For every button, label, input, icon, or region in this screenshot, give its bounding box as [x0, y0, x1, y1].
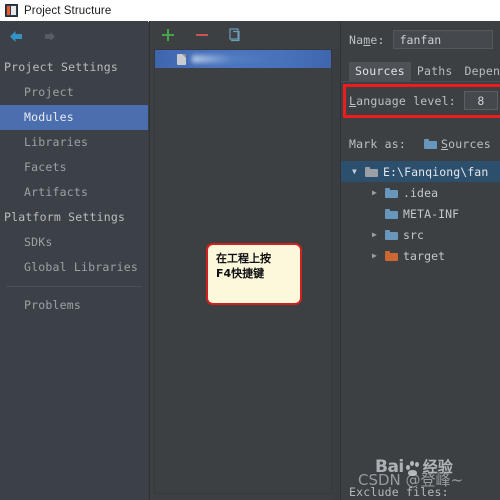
- folder-blue-icon: [385, 208, 398, 219]
- title-bar: Project Structure: [0, 0, 500, 22]
- mark-as-label: Mark as:: [349, 137, 406, 151]
- language-level-label: Language level:: [349, 93, 456, 108]
- name-input[interactable]: fanfan: [392, 30, 493, 49]
- forward-arrow-icon: [41, 29, 58, 44]
- chevron-right-icon[interactable]: ▶: [369, 188, 380, 197]
- tree-row-label: META-INF: [403, 206, 460, 221]
- minus-icon[interactable]: [194, 27, 210, 43]
- folder-blue-icon: [385, 229, 398, 240]
- module-file-icon: [177, 53, 186, 65]
- modules-toolbar: [150, 21, 340, 49]
- sidebar-item-facets[interactable]: Facets: [0, 155, 148, 180]
- plus-icon[interactable]: [160, 27, 176, 43]
- chevron-down-icon[interactable]: ▼: [349, 167, 360, 176]
- language-level-row: Language level: 8: [349, 91, 498, 110]
- sidebar-item-libraries[interactable]: Libraries: [0, 130, 148, 155]
- sidebar-item-project[interactable]: Project: [0, 80, 148, 105]
- tab-paths[interactable]: Paths: [411, 62, 459, 81]
- tree-row-idea[interactable]: ▶ .idea: [341, 182, 500, 203]
- sidebar-item-sdks[interactable]: SDKs: [0, 230, 148, 255]
- annotation-callout: 在工程上按 F4快捷键: [206, 243, 302, 305]
- tree-row-label: src: [403, 227, 425, 242]
- tab-sources[interactable]: Sources: [349, 62, 411, 81]
- list-item[interactable]: [155, 50, 331, 68]
- tree-row-target[interactable]: ▶ target: [341, 245, 500, 266]
- csdn-watermark: CSDN @登峰~: [358, 471, 464, 489]
- language-level-value: 8: [477, 93, 485, 108]
- sidebar-item-problems[interactable]: Problems: [0, 293, 148, 318]
- navigation-arrows: [0, 21, 148, 51]
- mark-as-row: Mark as: Sources: [349, 137, 491, 151]
- sidebar-item-global-libraries[interactable]: Global Libraries: [0, 255, 148, 280]
- window-title: Project Structure: [24, 4, 112, 17]
- sidebar-list: Project Settings Project Modules Librari…: [0, 51, 148, 318]
- folder-blue-icon: [424, 139, 437, 149]
- sidebar-item-modules[interactable]: Modules: [0, 105, 148, 130]
- name-input-value: fanfan: [399, 32, 442, 47]
- modules-scrollbar[interactable]: [332, 49, 340, 500]
- folder-orange-icon: [385, 250, 398, 261]
- chevron-right-icon[interactable]: ▶: [369, 251, 380, 260]
- intellij-idea-icon: [5, 4, 18, 17]
- mark-as-sources-label: Sources: [441, 137, 491, 151]
- list-item-label: [192, 55, 270, 63]
- tabs-underline: [341, 81, 500, 82]
- name-row: Name: fanfan: [349, 30, 493, 49]
- module-details-panel: Name: fanfan Sources Paths Depende Langu…: [340, 21, 500, 500]
- content-tree: ▼ E:\Fanqiong\fan ▶ .idea META-INF ▶ src…: [341, 161, 500, 266]
- mark-as-sources-button[interactable]: Sources: [424, 137, 491, 151]
- annotation-line-1: 在工程上按: [216, 252, 271, 265]
- sidebar-item-platform-settings[interactable]: Platform Settings: [0, 205, 148, 230]
- tree-row-meta-inf[interactable]: META-INF: [341, 203, 500, 224]
- back-arrow-icon[interactable]: [8, 29, 25, 44]
- sidebar-divider: [6, 286, 142, 287]
- tree-row-label: target: [403, 248, 446, 263]
- project-structure-dialog: Project Structure Project Settings Proje…: [0, 0, 500, 500]
- tab-dependencies[interactable]: Depende: [459, 62, 500, 81]
- annotation-line-2: F4快捷键: [216, 267, 265, 280]
- copy-icon[interactable]: [228, 27, 244, 43]
- sidebar-item-project-settings[interactable]: Project Settings: [0, 55, 148, 80]
- tree-row-label: E:\Fanqiong\fan: [383, 164, 489, 179]
- sidebar: Project Settings Project Modules Librari…: [0, 21, 148, 500]
- folder-blue-icon: [385, 187, 398, 198]
- name-label: Name:: [349, 32, 385, 47]
- sidebar-item-artifacts[interactable]: Artifacts: [0, 180, 148, 205]
- detail-tabs: Sources Paths Depende: [349, 61, 500, 81]
- language-level-select[interactable]: 8: [463, 91, 498, 110]
- chevron-right-icon[interactable]: ▶: [369, 230, 380, 239]
- folder-grey-icon: [365, 166, 378, 177]
- tree-row-label: .idea: [403, 185, 439, 200]
- tree-row-root[interactable]: ▼ E:\Fanqiong\fan: [341, 161, 500, 182]
- tree-row-src[interactable]: ▶ src: [341, 224, 500, 245]
